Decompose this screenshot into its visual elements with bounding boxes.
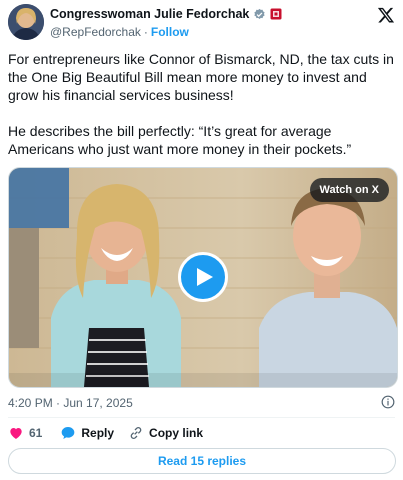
handle[interactable]: @RepFedorchak [50,25,141,39]
play-button[interactable] [178,252,228,302]
link-icon [130,427,142,439]
reply-bubble-icon [62,427,75,439]
post-text: For entrepreneurs like Connor of Bismarc… [8,50,396,158]
play-icon [197,268,213,286]
copy-link-button[interactable]: Copy link [128,425,203,441]
avatar-image [8,4,44,40]
reply-label: Reply [81,426,115,440]
divider [8,417,395,418]
like-button[interactable]: 61 [8,425,42,441]
follow-button[interactable]: Follow [151,25,189,39]
verified-badge-icon [254,8,265,19]
video-player[interactable]: Watch on X [8,167,398,388]
watch-on-x-button[interactable]: Watch on X [309,178,389,202]
reply-button[interactable]: Reply [60,425,114,441]
name-row: Congresswoman Julie Fedorchak [50,7,282,21]
post-header: Congresswoman Julie Fedorchak @RepFedorc… [8,4,395,44]
separator-dot: · [143,25,148,39]
embedded-post: Congresswoman Julie Fedorchak @RepFedorc… [0,0,403,480]
info-icon[interactable] [381,395,395,409]
post-meta: 4:20 PM · Jun 17, 2025 [8,395,395,412]
handle-row: @RepFedorchak · Follow [50,25,189,39]
x-logo-icon[interactable] [377,6,395,24]
copy-link-label: Copy link [149,426,204,440]
like-count: 61 [29,426,43,440]
post-text-paragraph-1: For entrepreneurs like Connor of Bismarc… [8,51,394,103]
post-text-paragraph-2: He describes the bill perfectly: “It’s g… [8,123,352,157]
heart-icon [10,428,22,439]
timestamp[interactable]: 4:20 PM · Jun 17, 2025 [8,396,133,410]
avatar[interactable] [8,4,44,40]
government-badge-icon [270,8,282,20]
action-bar: 61 Reply Copy link [8,424,203,442]
read-replies-button[interactable]: Read 15 replies [8,448,396,474]
display-name[interactable]: Congresswoman Julie Fedorchak [50,7,249,21]
